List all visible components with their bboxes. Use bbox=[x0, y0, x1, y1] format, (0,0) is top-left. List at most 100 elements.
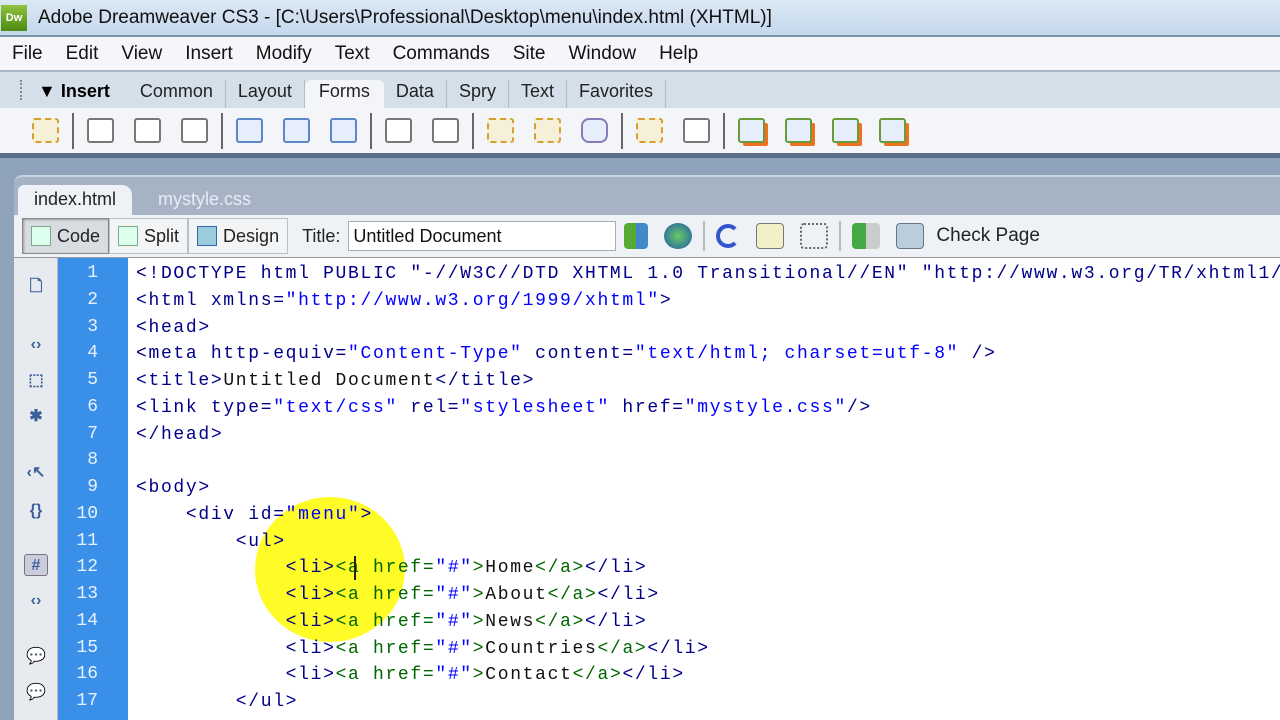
split-view-button[interactable]: Split bbox=[109, 218, 189, 254]
code-token: <html xmlns= bbox=[136, 290, 286, 311]
insert-tab-text[interactable]: Text bbox=[509, 80, 567, 108]
code-token: Countries bbox=[485, 638, 598, 659]
text-field-icon[interactable] bbox=[87, 118, 114, 143]
menu-modify[interactable]: Modify bbox=[256, 43, 312, 65]
menu-commands[interactable]: Commands bbox=[393, 43, 490, 65]
preview-browser-icon[interactable] bbox=[664, 223, 693, 249]
check-page-button[interactable]: Check Page bbox=[936, 225, 1040, 247]
menu-help[interactable]: Help bbox=[659, 43, 698, 65]
insert-tab-forms[interactable]: Forms bbox=[304, 80, 384, 108]
tab-index-html[interactable]: index.html bbox=[18, 185, 133, 217]
collapse-full-tag-icon[interactable]: ‹› bbox=[24, 334, 48, 356]
line-number: 16 bbox=[76, 664, 98, 685]
radio-button-icon[interactable] bbox=[283, 118, 310, 143]
code-token: "#" bbox=[435, 638, 473, 659]
code-token: "text/css" bbox=[273, 397, 398, 418]
view-options-icon[interactable] bbox=[756, 223, 785, 249]
textarea-icon[interactable] bbox=[181, 118, 208, 143]
menu-insert[interactable]: Insert bbox=[185, 43, 233, 65]
code-token: <head> bbox=[136, 317, 211, 338]
text-cursor-icon bbox=[354, 556, 356, 580]
insert-tab-favorites[interactable]: Favorites bbox=[567, 80, 667, 108]
visual-aids-icon[interactable] bbox=[800, 223, 829, 249]
insert-tab-spry[interactable]: Spry bbox=[447, 80, 509, 108]
code-token: <link type= bbox=[136, 397, 274, 418]
tab-mystyle-css[interactable]: mystyle.css bbox=[142, 185, 267, 217]
code-line: <li><a href="#">Home</a></li> bbox=[136, 555, 647, 581]
menu-window[interactable]: Window bbox=[568, 43, 636, 65]
insert-tab-data[interactable]: Data bbox=[384, 80, 447, 108]
line-number: 10 bbox=[76, 503, 98, 524]
spry-validation-textarea-icon[interactable] bbox=[785, 118, 812, 143]
file-field-icon[interactable] bbox=[534, 118, 561, 143]
line-number: 1 bbox=[87, 263, 98, 283]
grip-handle[interactable] bbox=[20, 80, 24, 100]
separator bbox=[839, 221, 842, 251]
split-view-icon bbox=[118, 226, 139, 246]
expand-all-icon[interactable]: ✱ bbox=[24, 406, 48, 428]
code-token: </li> bbox=[622, 665, 685, 686]
code-token: "menu" bbox=[285, 504, 361, 525]
code-token: </head> bbox=[136, 424, 224, 445]
menu-view[interactable]: View bbox=[121, 43, 162, 65]
code-token: "#" bbox=[435, 558, 473, 579]
balance-braces-icon[interactable]: {} bbox=[24, 500, 48, 522]
label-icon[interactable] bbox=[636, 118, 663, 143]
code-label: Code bbox=[57, 225, 101, 246]
fieldset-icon[interactable] bbox=[683, 118, 710, 143]
menu-file[interactable]: File bbox=[12, 43, 43, 65]
spry-validation-checkbox-icon[interactable] bbox=[832, 118, 859, 143]
code-line: <li><a href="#">Contact</a></li> bbox=[136, 662, 685, 688]
file-management-icon[interactable] bbox=[624, 223, 649, 249]
insert-tab-common[interactable]: Common bbox=[128, 80, 226, 108]
image-field-icon[interactable] bbox=[487, 118, 514, 143]
code-token: <div id= bbox=[136, 504, 286, 525]
apply-comment-icon[interactable]: 💬 bbox=[24, 646, 48, 668]
code-token: "mystyle.css" bbox=[684, 397, 847, 418]
line-numbers-icon[interactable]: # bbox=[24, 554, 48, 576]
validate-markup-icon[interactable] bbox=[852, 223, 881, 249]
code-line: <title>Untitled Document</title> bbox=[136, 368, 535, 394]
menu-edit[interactable]: Edit bbox=[66, 43, 99, 65]
spry-validation-text-field-icon[interactable] bbox=[738, 118, 765, 143]
design-view-button[interactable]: Design bbox=[188, 218, 289, 254]
code-editor[interactable]: <!DOCTYPE html PUBLIC "-//W3C//DTD XHTML… bbox=[128, 258, 1280, 720]
select-parent-tag-icon[interactable]: ‹↖ bbox=[24, 462, 48, 484]
menu-text[interactable]: Text bbox=[335, 43, 370, 65]
line-number: 11 bbox=[76, 530, 98, 551]
code-token: <a href= bbox=[335, 638, 436, 659]
code-view-button[interactable]: Code bbox=[22, 218, 110, 254]
code-token: </li> bbox=[585, 611, 648, 632]
jump-menu-icon[interactable] bbox=[432, 118, 459, 143]
insert-panel-toggle[interactable]: ▼ Insert bbox=[38, 81, 110, 102]
collapse-selection-icon[interactable]: ⬚ bbox=[24, 370, 48, 392]
code-token: <a href= bbox=[335, 665, 436, 686]
radio-group-icon[interactable] bbox=[330, 118, 357, 143]
check-page-icon[interactable] bbox=[896, 223, 925, 249]
form-icon[interactable] bbox=[32, 118, 59, 143]
code-token: > bbox=[472, 585, 486, 605]
spry-validation-select-icon[interactable] bbox=[879, 118, 906, 143]
highlight-invalid-code-icon[interactable]: ‹› bbox=[24, 590, 48, 612]
code-token: Untitled Document bbox=[223, 371, 436, 391]
code-token: Home bbox=[485, 558, 536, 579]
refresh-icon[interactable] bbox=[716, 224, 741, 248]
insert-tab-layout[interactable]: Layout bbox=[226, 80, 305, 108]
window-title: Adobe Dreamweaver CS3 - [C:\Users\Profes… bbox=[38, 6, 772, 28]
line-number: 17 bbox=[76, 691, 98, 711]
line-number: 3 bbox=[87, 316, 98, 337]
menu-site[interactable]: Site bbox=[513, 43, 546, 65]
line-number: 4 bbox=[87, 343, 98, 364]
split-label: Split bbox=[144, 225, 180, 246]
hidden-field-icon[interactable] bbox=[134, 118, 161, 143]
code-token: <li> bbox=[136, 611, 336, 632]
document-title-input[interactable] bbox=[348, 221, 617, 251]
list-menu-icon[interactable] bbox=[385, 118, 412, 143]
forms-insert-toolbar bbox=[0, 108, 1280, 158]
remove-comment-icon[interactable]: 💬 bbox=[24, 682, 48, 704]
line-number: 9 bbox=[87, 477, 98, 497]
open-documents-icon[interactable]: 🗋 bbox=[24, 276, 48, 298]
checkbox-icon[interactable] bbox=[236, 118, 263, 143]
code-token: "#" bbox=[435, 585, 473, 605]
button-icon[interactable] bbox=[581, 118, 608, 143]
